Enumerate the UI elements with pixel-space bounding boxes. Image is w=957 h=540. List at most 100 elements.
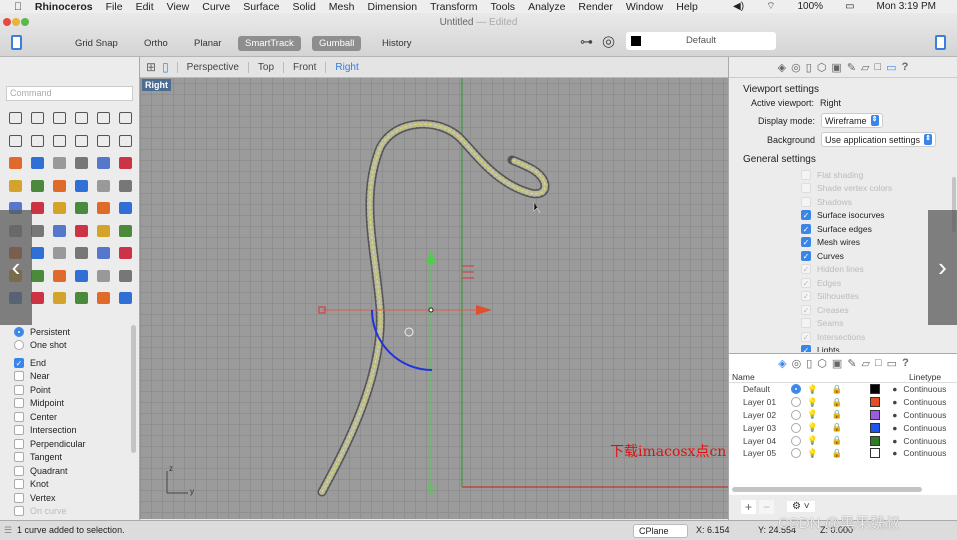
osnap-midpoint[interactable]: Midpoint (0, 397, 128, 411)
tool-button[interactable] (114, 287, 136, 310)
layer-name[interactable]: Layer 03 (729, 423, 791, 433)
tool-button[interactable] (70, 107, 92, 130)
layer-name[interactable]: Default (729, 384, 791, 394)
tool-button[interactable] (4, 152, 26, 175)
layer-row[interactable]: Default 💡 🔒 ● Continuous (729, 383, 957, 396)
setting-surface-edges[interactable]: ✓ Surface edges (729, 222, 957, 236)
notes-tab-icon[interactable]: ▱ (861, 61, 869, 74)
tool-button[interactable] (26, 175, 48, 198)
layer-row[interactable]: Layer 02 💡 🔒 ● Continuous (729, 409, 957, 422)
setting-silhouettes[interactable]: ✓ Silhouettes (729, 290, 957, 304)
tool-button[interactable] (114, 220, 136, 243)
tool-button[interactable] (114, 242, 136, 265)
tool-button[interactable] (70, 175, 92, 198)
setting-shadows[interactable]: Shadows (729, 195, 957, 209)
layer-linetype[interactable]: Continuous (903, 410, 946, 420)
tool-button[interactable] (48, 107, 70, 130)
tool-button[interactable] (70, 152, 92, 175)
setting-surface-isocurves[interactable]: ✓ Surface isocurves (729, 209, 957, 223)
menu-tools[interactable]: Tools (491, 1, 516, 13)
tool-button[interactable] (92, 287, 114, 310)
osnap-center[interactable]: Center (0, 410, 128, 424)
tool-button[interactable] (48, 220, 70, 243)
viewport-settings-tab-icon[interactable]: ▭ (886, 61, 896, 74)
material-icon[interactable]: ● (892, 410, 897, 420)
command-history-icon[interactable]: ☰ (4, 521, 12, 540)
current-layer-radio[interactable] (791, 435, 801, 446)
materials-tab-icon[interactable]: ◎ (791, 61, 801, 74)
osnap-point[interactable]: Point (0, 383, 128, 397)
tool-button[interactable] (48, 265, 70, 288)
tool-button[interactable] (70, 242, 92, 265)
material-icon[interactable]: ● (892, 384, 897, 394)
planar-toggle[interactable]: Planar (187, 36, 228, 51)
osnap-tangent[interactable]: Tangent (0, 451, 128, 465)
remove-layer-button[interactable]: − (759, 500, 775, 514)
current-layer-radio[interactable] (791, 448, 801, 459)
tool-button[interactable] (114, 107, 136, 130)
menu-dimension[interactable]: Dimension (367, 1, 417, 13)
osnap-scrollbar[interactable] (131, 325, 136, 453)
tool-button[interactable] (4, 175, 26, 198)
properties-tab-icon[interactable]: ▯ (806, 357, 812, 370)
osnap-intersection[interactable]: Intersection (0, 424, 128, 438)
four-view-layout-icon[interactable]: ⊞ (140, 60, 162, 74)
tool-button[interactable] (26, 130, 48, 153)
osnap-quadrant[interactable]: Quadrant (0, 464, 128, 478)
render-tab-icon[interactable]: ✎ (847, 61, 856, 74)
tool-button[interactable] (114, 197, 136, 220)
tab-top[interactable]: Top (247, 61, 283, 73)
layer-linetype[interactable]: Continuous (903, 436, 946, 446)
prev-slide-button[interactable]: ‹ (0, 210, 32, 325)
tool-button[interactable] (48, 152, 70, 175)
tool-button[interactable] (70, 197, 92, 220)
toggle-left-sidebar-button[interactable] (11, 35, 22, 50)
lock-icon[interactable]: 🔒 (832, 448, 843, 459)
menu-curve[interactable]: Curve (202, 1, 230, 13)
toggle-right-sidebar-button[interactable] (935, 35, 946, 50)
osnap-on-curve[interactable]: On curve (0, 505, 128, 519)
tool-button[interactable] (70, 130, 92, 153)
tool-button[interactable] (92, 130, 114, 153)
lock-icon[interactable]: 🔒 (832, 397, 843, 408)
layer-name[interactable]: Layer 01 (729, 397, 791, 407)
object-tab-icon[interactable]: ⬡ (817, 61, 827, 74)
gumball-toggle[interactable]: Gumball (312, 36, 362, 51)
layer-color-swatch[interactable] (870, 397, 881, 408)
lock-icon[interactable]: 🔒 (832, 435, 843, 446)
lightbulb-icon[interactable]: 💡 (807, 448, 818, 459)
materials-tab-icon[interactable]: ◎ (792, 357, 802, 370)
lightbulb-icon[interactable]: 💡 (807, 384, 818, 395)
setting-shade-vertex-colors[interactable]: Shade vertex colors (729, 182, 957, 196)
menu-edit[interactable]: Edit (136, 1, 154, 13)
object-tab-icon[interactable]: ⬡ (817, 357, 827, 370)
ortho-toggle[interactable]: Ortho (137, 36, 175, 51)
tool-button[interactable] (4, 107, 26, 130)
display-tab-icon[interactable]: □ (875, 357, 882, 369)
layers-tab-icon[interactable]: ◈ (778, 357, 786, 370)
menu-view[interactable]: View (167, 1, 190, 13)
layer-linetype[interactable]: Continuous (903, 384, 946, 394)
setting-lights[interactable]: ✓ Lights (729, 344, 957, 352)
material-icon[interactable]: ● (892, 423, 897, 433)
tool-button[interactable] (48, 287, 70, 310)
layer-row[interactable]: Layer 05 💡 🔒 ● Continuous (729, 447, 957, 460)
menu-solid[interactable]: Solid (292, 1, 315, 13)
current-layer-selector[interactable]: Default (626, 32, 776, 50)
help-tab-icon[interactable]: ? (902, 357, 909, 369)
tool-button[interactable] (48, 130, 70, 153)
command-input[interactable]: Command (6, 86, 133, 101)
layers-tab-icon[interactable]: ◈ (778, 61, 786, 74)
layer-color-swatch[interactable] (870, 409, 881, 420)
tool-button[interactable] (92, 265, 114, 288)
tool-button[interactable] (92, 242, 114, 265)
camera-tab-icon[interactable]: ▣ (832, 357, 842, 370)
osnap-persistent[interactable]: Persistent (0, 325, 128, 339)
display-mode-select[interactable]: Wireframe ⇕ (821, 113, 883, 128)
current-layer-radio[interactable] (791, 409, 801, 420)
osnap-one-shot[interactable]: One shot (0, 339, 128, 353)
lock-icon[interactable]: 🔒 (832, 409, 843, 420)
column-name[interactable]: Name (729, 372, 909, 382)
tool-button[interactable] (26, 107, 48, 130)
setting-edges[interactable]: ✓ Edges (729, 276, 957, 290)
